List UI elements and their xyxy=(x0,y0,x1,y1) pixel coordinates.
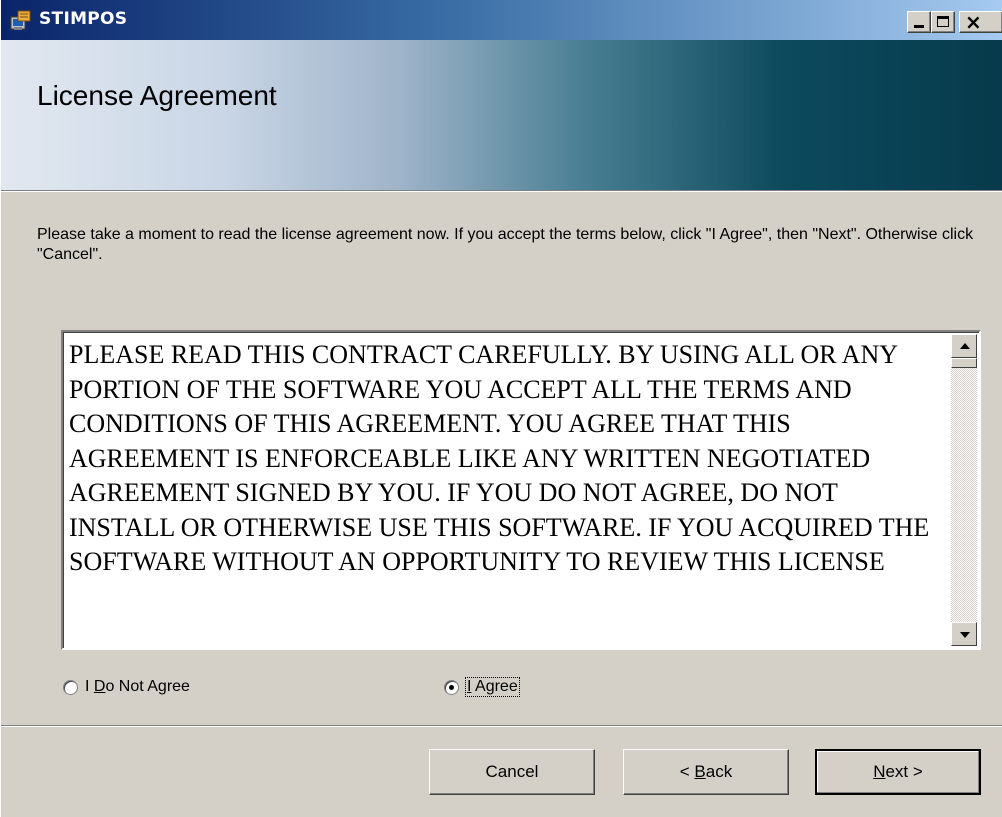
next-button[interactable]: Next > xyxy=(815,749,981,795)
next-button-label: Next > xyxy=(873,762,923,781)
vertical-scrollbar[interactable] xyxy=(951,334,977,646)
minimize-button[interactable] xyxy=(907,11,931,33)
title-bar[interactable]: STIMPOS × xyxy=(1,0,1002,40)
scroll-thumb[interactable] xyxy=(951,358,977,368)
window-title: STIMPOS xyxy=(39,9,128,29)
close-icon: × xyxy=(965,10,982,34)
footer-divider xyxy=(1,725,1002,727)
scroll-down-button[interactable] xyxy=(951,622,977,646)
maximize-button[interactable] xyxy=(931,11,955,33)
back-button[interactable]: < Back xyxy=(623,749,789,795)
radio-button-unchecked[interactable] xyxy=(63,680,78,695)
header-banner: License Agreement xyxy=(1,40,1002,190)
installer-icon xyxy=(10,10,31,30)
radio-agree-label: I Agree xyxy=(465,677,520,697)
radio-do-not-agree-label: I Do Not Agree xyxy=(85,678,190,695)
back-button-label: < Back xyxy=(679,762,733,781)
header-divider xyxy=(1,190,1002,192)
license-text: PLEASE READ THIS CONTRACT CAREFULLY. BY … xyxy=(69,340,936,576)
scroll-up-button[interactable] xyxy=(951,334,977,358)
cancel-button[interactable]: Cancel xyxy=(429,749,595,795)
instructions-text: Please take a moment to read the license… xyxy=(37,226,974,263)
close-button[interactable]: × xyxy=(959,10,1002,34)
maximize-icon xyxy=(937,16,949,27)
cancel-button-label: Cancel xyxy=(485,762,539,781)
arrow-up-icon xyxy=(960,343,970,349)
minimize-icon xyxy=(914,25,924,28)
radio-button-checked[interactable] xyxy=(444,680,459,695)
page-title: License Agreement xyxy=(37,80,277,111)
radio-selected-dot xyxy=(449,685,454,690)
installer-window: STIMPOS × License Agreement Please take … xyxy=(0,0,1002,817)
arrow-down-icon xyxy=(960,632,970,638)
license-text-box[interactable]: PLEASE READ THIS CONTRACT CAREFULLY. BY … xyxy=(61,330,981,650)
